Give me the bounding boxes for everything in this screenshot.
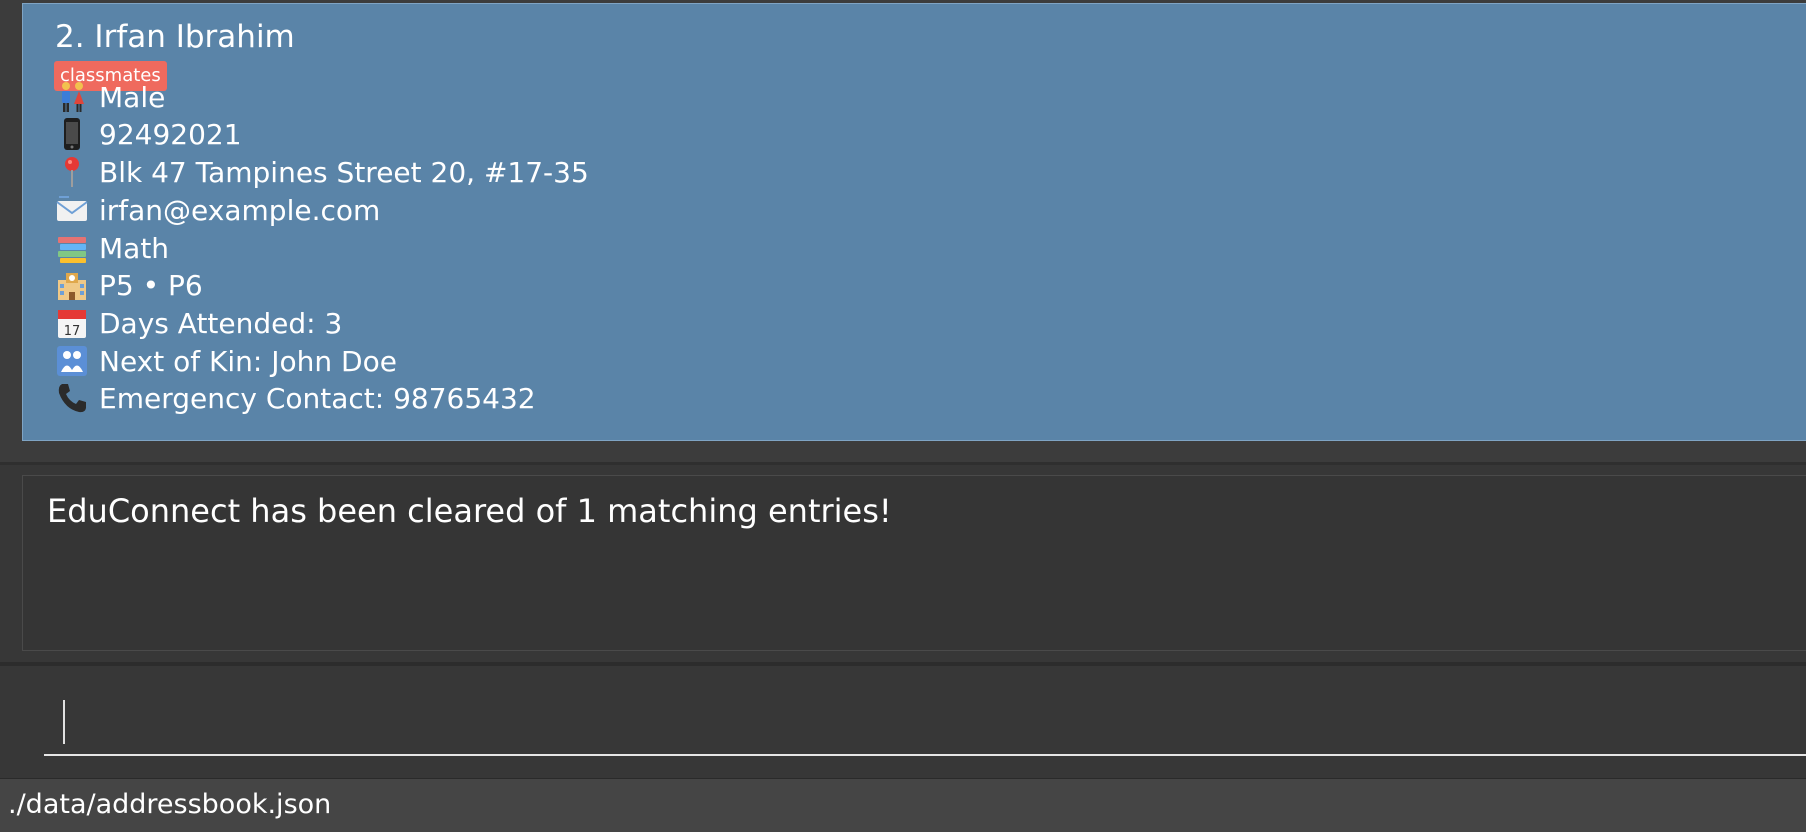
field-subject: Math [53,230,169,266]
books-icon [53,231,91,265]
pin-icon [53,155,91,189]
field-address: Blk 47 Tampines Street 20, #17-35 [53,154,589,190]
field-levels: P5 • P6 [53,267,203,303]
envelope-icon [53,193,91,227]
emergency-contact-value: Emergency Contact: 98765432 [99,381,536,415]
person-card[interactable]: 2. Irfan Ibrahim classmates Male 9249202… [22,3,1806,441]
people-icon [53,344,91,378]
field-phone: 92492021 [53,116,242,152]
field-next-of-kin: Next of Kin: John Doe [53,343,397,379]
next-of-kin-value: Next of Kin: John Doe [99,344,397,378]
result-message: EduConnect has been cleared of 1 matchin… [47,492,892,530]
result-display: EduConnect has been cleared of 1 matchin… [22,475,1806,651]
field-emergency-contact: Emergency Contact: 98765432 [53,380,536,416]
field-gender: Male [53,79,165,115]
save-location: ./data/addressbook.json [8,789,332,820]
text-caret [63,700,65,744]
school-icon [53,268,91,302]
svg-text:17: 17 [64,324,81,339]
phone-value: 92492021 [99,117,242,151]
person-name: 2. Irfan Ibrahim [55,19,295,55]
calendar-icon: 17 [53,306,91,340]
subject-value: Math [99,231,170,265]
status-bar: ./data/addressbook.json [0,778,1806,832]
field-email: irfan@example.com [53,192,380,228]
person-list-panel[interactable]: 2. Irfan Ibrahim classmates Male 9249202… [0,0,1806,462]
gender-value: Male [99,80,166,114]
mobile-phone-icon [53,117,91,151]
command-box-panel [0,666,1806,778]
field-attendance: 17 Days Attended: 3 [53,305,342,341]
command-input[interactable] [44,698,1806,756]
app-window: 2. Irfan Ibrahim classmates Male 9249202… [0,0,1806,832]
attendance-value: Days Attended: 3 [99,306,343,340]
gender-icon [53,80,91,114]
levels-value: P5 • P6 [99,268,203,302]
email-value: irfan@example.com [99,193,381,227]
result-display-panel: EduConnect has been cleared of 1 matchin… [0,465,1806,662]
telephone-icon [53,381,91,415]
address-value: Blk 47 Tampines Street 20, #17-35 [99,155,589,189]
